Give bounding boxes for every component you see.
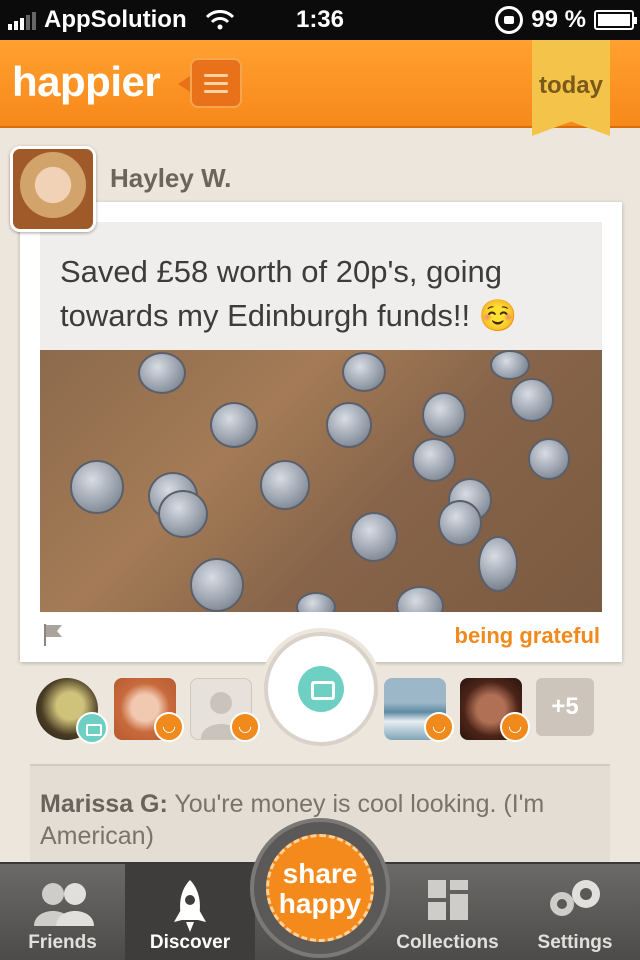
comment-author[interactable]: Marissa G: bbox=[40, 790, 168, 818]
smile-icon: ◡ bbox=[424, 712, 454, 742]
smile-icon: ◡ bbox=[500, 712, 530, 742]
flag-icon[interactable] bbox=[42, 622, 64, 646]
post-text: Saved £58 worth of 20p's, going towards … bbox=[40, 222, 602, 350]
share-happy-button[interactable]: share happy bbox=[250, 818, 390, 958]
friends-icon bbox=[33, 883, 94, 926]
menu-button[interactable] bbox=[178, 58, 242, 108]
author-name[interactable]: Hayley W. bbox=[110, 163, 231, 194]
category-tag[interactable]: being grateful bbox=[455, 623, 600, 649]
happy-label: happy bbox=[278, 888, 362, 919]
camera-icon bbox=[298, 666, 344, 712]
battery-icon bbox=[594, 10, 637, 30]
tab-discover[interactable]: Discover bbox=[125, 864, 255, 960]
collections-icon bbox=[427, 880, 468, 920]
tab-friends[interactable]: Friends bbox=[0, 864, 125, 960]
gears-icon bbox=[550, 880, 600, 916]
today-ribbon[interactable]: today bbox=[532, 40, 610, 136]
status-bar: AppSolution 1:36 99 % bbox=[0, 0, 640, 40]
add-photo-button[interactable] bbox=[264, 632, 378, 746]
rocket-icon bbox=[174, 880, 206, 932]
battery-percent: 99 % bbox=[531, 6, 586, 33]
author-avatar[interactable] bbox=[10, 146, 96, 232]
post-photo[interactable] bbox=[40, 350, 602, 612]
more-friends-badge[interactable]: +5 bbox=[536, 678, 594, 736]
share-label: share bbox=[282, 858, 358, 889]
camera-icon bbox=[76, 712, 108, 744]
app-logo: happier bbox=[12, 58, 161, 105]
rotation-lock-icon bbox=[495, 6, 524, 34]
tab-collections[interactable]: Collections bbox=[385, 864, 510, 960]
smile-icon: ◡ bbox=[230, 712, 260, 742]
smile-icon: ◡ bbox=[154, 712, 184, 742]
tab-settings[interactable]: Settings bbox=[510, 864, 640, 960]
post-card: Saved £58 worth of 20p's, going towards … bbox=[20, 202, 622, 662]
